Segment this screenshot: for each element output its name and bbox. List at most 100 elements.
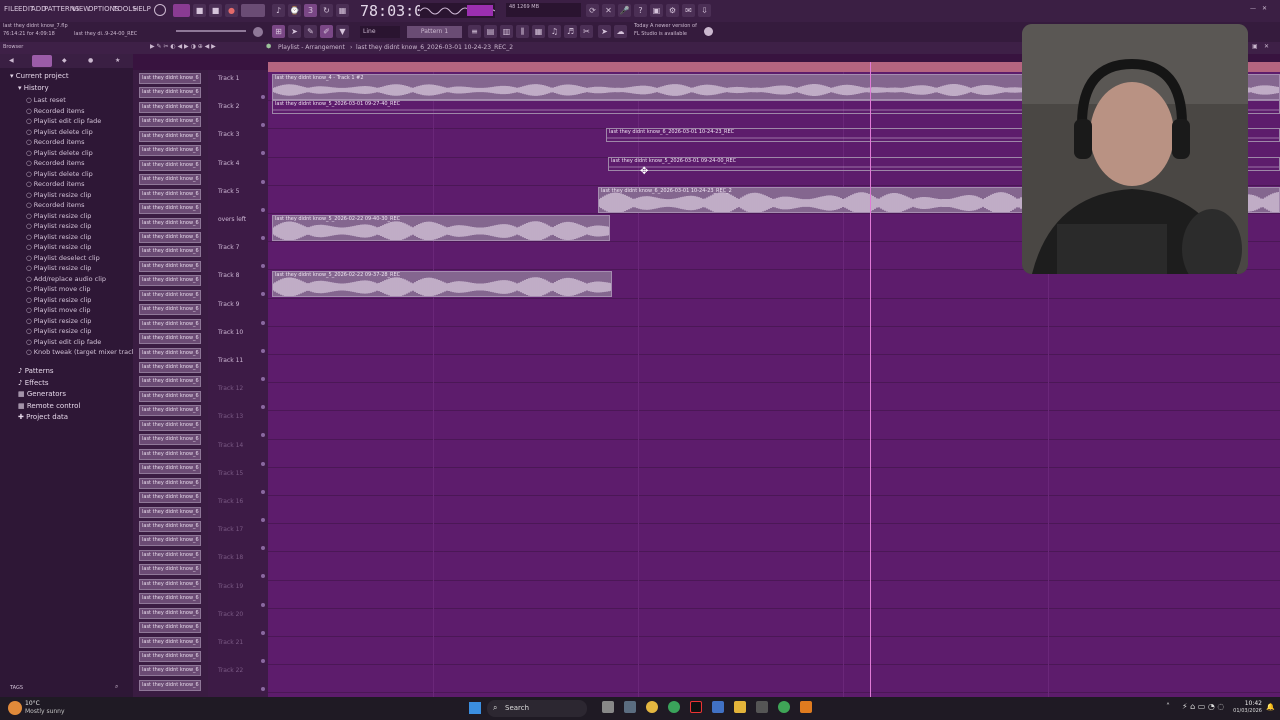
history-item[interactable]: ○ Playlist delete clip	[26, 128, 93, 138]
history-item[interactable]: ○ Playlist resize clip	[26, 212, 91, 222]
history-item[interactable]: ○ Knob tweak (target mixer track)	[26, 348, 138, 358]
sample-clip-item[interactable]: last they didnt know_6	[139, 636, 201, 648]
history-item[interactable]: ○ Playlist resize clip	[26, 233, 91, 243]
history-item[interactable]: ○ Playlist delete clip	[26, 149, 93, 159]
browser-tab-current-icon[interactable]: ◆	[62, 57, 67, 64]
history-item[interactable]: ○ Last reset	[26, 96, 66, 106]
sample-clip-item[interactable]: last they didnt know_6	[139, 304, 201, 316]
track-mute-led[interactable]	[261, 630, 265, 635]
track-name[interactable]: Track 9	[218, 301, 239, 308]
tags-label[interactable]: TAGS	[10, 685, 23, 695]
track-mute-led[interactable]	[261, 461, 265, 466]
playlist-maximize-icon[interactable]: ▣	[1252, 43, 1258, 50]
track-mute-led[interactable]	[261, 602, 265, 607]
sample-clip-item[interactable]: last they didnt know_6	[139, 101, 201, 113]
sample-clip-item[interactable]: last they didnt know_6	[139, 87, 201, 99]
sample-clip-item[interactable]: last they didnt know_6	[139, 318, 201, 330]
sample-clip-item[interactable]: last they didnt know_6	[139, 362, 201, 373]
track-name[interactable]: Track 21	[218, 639, 243, 646]
pencil-icon[interactable]: ✎	[304, 25, 317, 38]
clock-time[interactable]: 10:42	[1228, 700, 1262, 707]
task-view-icon[interactable]	[602, 701, 614, 713]
sample-clip-item[interactable]: last they didnt know_6	[139, 217, 201, 229]
browser-back-icon[interactable]: ◀	[9, 57, 14, 64]
history-item[interactable]: ○ Playlist resize clip	[26, 317, 91, 327]
track-name[interactable]: Track 7	[218, 244, 239, 251]
app-icon-2[interactable]	[668, 701, 680, 713]
mic-icon[interactable]: 🎤	[618, 4, 631, 17]
snap-icon[interactable]: ⊞	[272, 25, 285, 38]
track-name[interactable]: Track 5	[218, 188, 239, 195]
save-icon[interactable]: ▣	[650, 4, 663, 17]
tiktok-icon[interactable]	[690, 701, 702, 713]
playlist-close-icon[interactable]: ✕	[1264, 43, 1269, 50]
track-name[interactable]: Track 12	[218, 385, 243, 392]
track-name[interactable]: Track 20	[218, 611, 243, 618]
track-mute-led[interactable]	[261, 405, 265, 410]
sample-clip-item[interactable]: last they didnt know_6	[139, 506, 201, 518]
track-mute-led[interactable]	[261, 264, 265, 269]
sample-clip-item[interactable]: last they didnt know_6	[139, 130, 201, 142]
sample-clip-item[interactable]: last they didnt know_6	[139, 145, 201, 157]
master-pitch-knob[interactable]	[253, 27, 263, 37]
sample-clip-item[interactable]: last they didnt know_6	[139, 463, 201, 475]
history-item[interactable]: ○ Recorded items	[26, 138, 84, 148]
piano-roll-icon[interactable]: ▤	[484, 25, 497, 38]
track-mute-led[interactable]	[261, 320, 265, 325]
pattern-select[interactable]: Pattern 1	[407, 26, 462, 38]
track-mute-led[interactable]	[261, 687, 265, 692]
tray-chevron-icon[interactable]: ˄	[1166, 702, 1170, 711]
sample-clip-item[interactable]: last they didnt know_6	[139, 651, 201, 662]
sample-clip-item[interactable]: last they didnt know_6	[139, 260, 201, 272]
sample-clip-item[interactable]: last they didnt know_6	[139, 390, 201, 402]
app-icon-5[interactable]	[778, 701, 790, 713]
history-item[interactable]: ○ Playlist edit clip fade	[26, 117, 101, 127]
plugin-icon[interactable]: ⚙	[666, 4, 679, 17]
sample-clip-item[interactable]: last they didnt know_6	[139, 347, 201, 359]
track-name[interactable]: Track 8	[218, 272, 239, 279]
history-item[interactable]: ○ Playlist deselect clip	[26, 254, 100, 264]
track-mute-led[interactable]	[261, 151, 265, 156]
sample-clip-item[interactable]: last they didnt know_6	[139, 333, 201, 345]
refresh-icon[interactable]: ⟳	[586, 4, 599, 17]
history-item[interactable]: ○ Recorded items	[26, 107, 84, 117]
history-item[interactable]: ○ Playlist move clip	[26, 306, 90, 316]
app-icon-1[interactable]	[624, 701, 636, 713]
metronome-icon[interactable]: ♪	[272, 4, 285, 17]
browser-tab-all[interactable]	[32, 55, 52, 67]
download-icon[interactable]: ⇩	[698, 4, 711, 17]
track-name[interactable]: Track 4	[218, 160, 239, 167]
browser-tab-plugin-icon[interactable]: ●	[88, 57, 93, 64]
clock-date[interactable]: 01/03/2026	[1226, 708, 1262, 714]
track-mute-led[interactable]	[261, 95, 265, 99]
track-name[interactable]: Track 11	[218, 357, 243, 364]
sample-clip-item[interactable]: last they didnt know_6	[139, 665, 201, 677]
sample-clip-item[interactable]: last they didnt know_6	[139, 434, 201, 446]
sample-clip-item[interactable]: last they didnt know_6	[139, 376, 201, 388]
track-mute-led[interactable]	[261, 207, 265, 212]
audio-clip[interactable]: last they didnt know_5_2026-02-22 09-40-…	[272, 215, 610, 241]
track-name[interactable]: Track 19	[218, 583, 243, 590]
history-node[interactable]: ▾ History	[18, 84, 49, 94]
track-name[interactable]: Track 10	[218, 329, 243, 336]
patterns-node[interactable]: ♪ Patterns	[18, 367, 54, 377]
history-item[interactable]: ○ Recorded items	[26, 159, 84, 169]
track-name[interactable]: Track 17	[218, 526, 243, 533]
sample-clip-item[interactable]: last they didnt know_6	[139, 535, 201, 547]
sample-clip-item[interactable]: last they didnt know_6	[139, 203, 201, 215]
track-mute-led[interactable]	[261, 179, 265, 184]
track-mute-led[interactable]	[261, 659, 265, 663]
history-item[interactable]: ○ Playlist resize clip	[26, 191, 91, 201]
track-name[interactable]: overs left	[218, 216, 246, 223]
minimize-button[interactable]: —	[1250, 5, 1256, 12]
sample-clip-item[interactable]: last they didnt know_6	[139, 231, 201, 243]
sample-clip-item[interactable]: last they didnt know_6	[139, 174, 201, 186]
file-explorer-icon[interactable]	[734, 701, 746, 713]
generators-node[interactable]: ▦ Generators	[18, 390, 66, 400]
update-globe-icon[interactable]	[704, 27, 713, 36]
track-mute-led[interactable]	[261, 574, 265, 579]
track-name[interactable]: Track 2	[218, 103, 239, 110]
menu-help[interactable]: HELP	[133, 5, 151, 13]
clip-icon[interactable]: ✂	[580, 25, 593, 38]
sample-clip-item[interactable]: last they didnt know_6	[139, 275, 201, 287]
